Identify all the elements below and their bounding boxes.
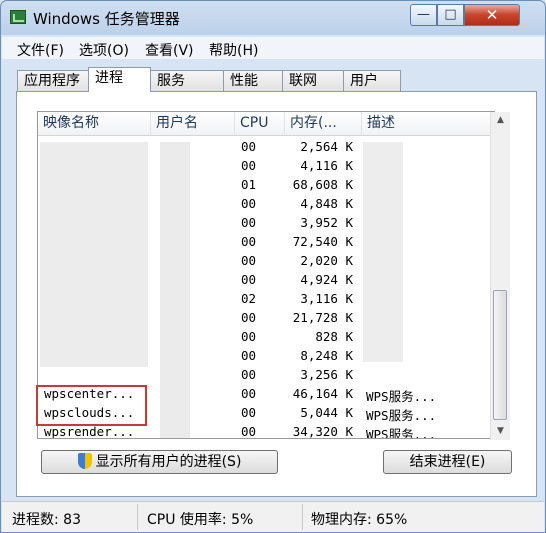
process-cpu: 00 <box>241 405 257 420</box>
redacted-image-names <box>40 142 148 367</box>
scroll-up-arrow[interactable]: ▲ <box>491 112 510 129</box>
process-cpu: 00 <box>241 253 257 268</box>
process-cpu: 00 <box>241 348 257 363</box>
menu-view[interactable]: 查看(V) <box>145 40 194 60</box>
show-all-users-label: 显示所有用户的进程(S) <box>95 454 242 470</box>
process-memory: 34,320 K <box>292 424 353 439</box>
cpu-usage: CPU 使用率: 5% <box>147 512 254 528</box>
column-description[interactable]: 描述 <box>362 112 494 135</box>
physical-memory: 物理内存: 65% <box>311 512 408 528</box>
column-user-name[interactable]: 用户名 <box>151 112 235 135</box>
scroll-down-arrow[interactable]: ▼ <box>491 423 510 440</box>
process-memory: 3,952 K <box>300 215 353 230</box>
process-memory: 4,116 K <box>300 158 353 173</box>
process-memory: 72,540 K <box>292 234 353 249</box>
process-memory: 21,728 K <box>292 310 353 325</box>
status-bar: 进程数: 83 CPU 使用率: 5% 物理内存: 65% <box>2 501 544 532</box>
status-divider <box>137 504 138 530</box>
process-image-name: wpsrender... <box>44 424 135 439</box>
process-cpu: 00 <box>241 310 257 325</box>
redacted-descriptions <box>363 142 403 362</box>
process-cpu: 01 <box>241 177 257 192</box>
process-description: WPS服务... <box>366 408 437 423</box>
column-memory[interactable]: 内存(... <box>285 112 362 135</box>
process-memory: 3,116 K <box>300 291 353 306</box>
process-memory: 5,044 K <box>300 405 353 420</box>
process-memory: 4,924 K <box>300 272 353 287</box>
process-memory: 4,848 K <box>300 196 353 211</box>
tab-services[interactable]: 服务 <box>150 70 224 91</box>
table-row[interactable]: 00 3,256 K <box>38 366 494 385</box>
process-cpu: 02 <box>241 291 257 306</box>
column-image-name[interactable]: 映像名称 <box>38 112 151 135</box>
task-manager-window: Windows 任务管理器 — □ ✕ 文件(F) 选项(O) 查看(V) 帮助… <box>0 0 546 533</box>
process-memory: 68,608 K <box>292 177 353 192</box>
column-cpu[interactable]: CPU <box>235 112 285 135</box>
tab-performance[interactable]: 性能 <box>223 70 283 91</box>
process-cpu: 00 <box>241 329 257 344</box>
window-title: Windows 任务管理器 <box>33 10 180 28</box>
menu-help[interactable]: 帮助(H) <box>209 40 258 60</box>
process-count: 进程数: 83 <box>12 512 81 528</box>
process-cpu: 00 <box>241 424 257 439</box>
end-process-button[interactable]: 结束进程(E) <box>383 450 512 474</box>
tab-applications[interactable]: 应用程序 <box>17 70 89 91</box>
minimize-button[interactable]: — <box>410 4 437 26</box>
process-cpu: 00 <box>241 367 257 382</box>
close-button[interactable]: ✕ <box>464 4 520 26</box>
process-memory: 2,564 K <box>300 139 353 154</box>
redacted-user-names <box>160 142 190 438</box>
process-cpu: 00 <box>241 139 257 154</box>
menu-file[interactable]: 文件(F) <box>17 40 64 60</box>
title-bar[interactable]: Windows 任务管理器 — □ ✕ <box>1 1 545 35</box>
tab-networking[interactable]: 联网 <box>282 70 344 91</box>
process-cpu: 00 <box>241 234 257 249</box>
shield-icon <box>77 453 92 469</box>
process-memory: 46,164 K <box>292 386 353 401</box>
vertical-scrollbar[interactable]: ▲ ▼ <box>490 112 510 440</box>
highlight-box <box>36 385 147 426</box>
menu-bar: 文件(F) 选项(O) 查看(V) 帮助(H) <box>2 37 544 59</box>
maximize-button[interactable]: □ <box>437 4 464 26</box>
task-manager-icon <box>10 10 26 24</box>
process-cpu: 00 <box>241 196 257 211</box>
process-memory: 3,256 K <box>300 367 353 382</box>
process-description: WPS服务... <box>366 427 437 439</box>
status-divider <box>302 504 303 530</box>
process-memory: 2,020 K <box>300 253 353 268</box>
process-memory: 828 K <box>315 329 353 344</box>
process-memory: 8,248 K <box>300 348 353 363</box>
tab-users[interactable]: 用户 <box>343 70 401 91</box>
show-all-users-button[interactable]: 显示所有用户的进程(S) <box>41 450 278 474</box>
process-description: WPS服务... <box>366 389 437 404</box>
menu-options[interactable]: 选项(O) <box>79 40 129 60</box>
process-cpu: 00 <box>241 158 257 173</box>
list-header: 映像名称 用户名 CPU 内存(... 描述 <box>38 112 494 136</box>
process-cpu: 00 <box>241 215 257 230</box>
process-cpu: 00 <box>241 386 257 401</box>
process-cpu: 00 <box>241 272 257 287</box>
scroll-thumb[interactable] <box>493 290 507 420</box>
tab-processes[interactable]: 进程 <box>88 67 151 92</box>
